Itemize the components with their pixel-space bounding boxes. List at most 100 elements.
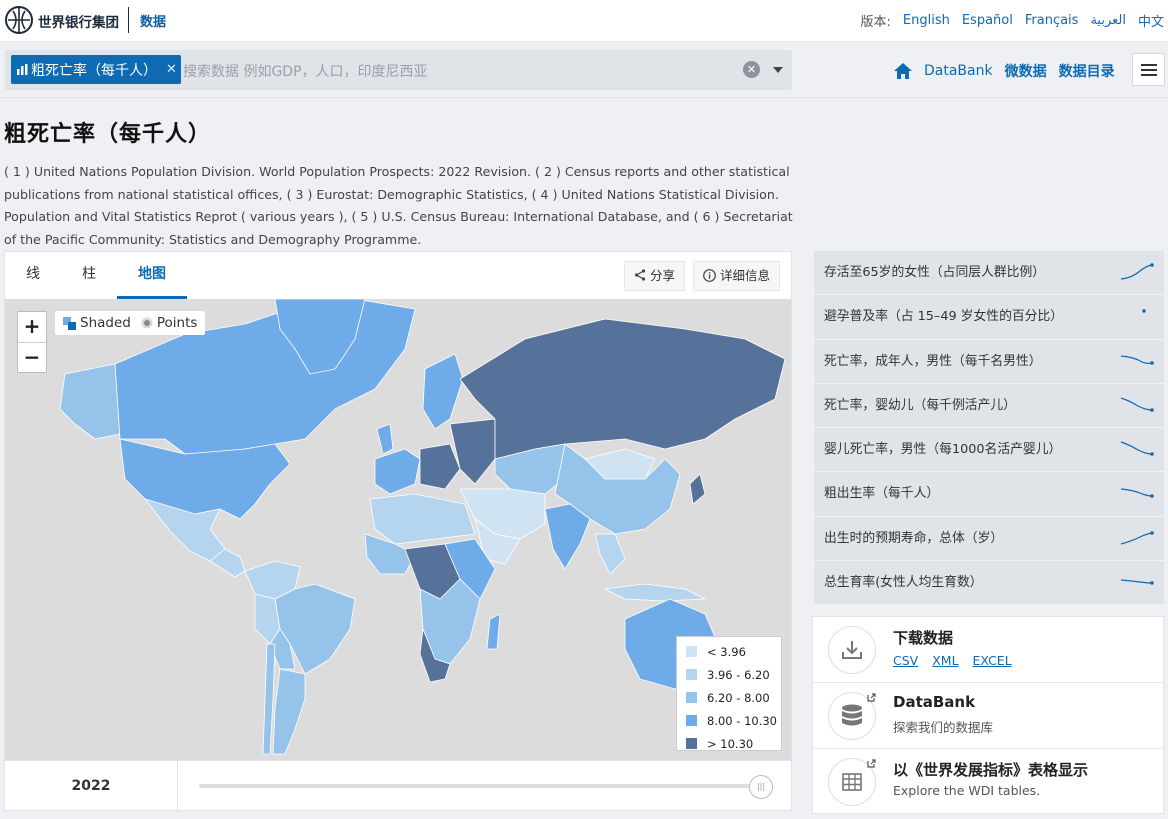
download-excel-link[interactable]: EXCEL: [973, 653, 1012, 668]
share-label: 分享: [650, 268, 676, 283]
details-label: 详细信息: [720, 268, 771, 283]
wdi-title[interactable]: 以《世界发展指标》表格显示: [893, 759, 1088, 780]
databank-title[interactable]: DataBank: [893, 693, 975, 711]
legend-swatch-0: [686, 646, 697, 657]
download-icon[interactable]: [828, 626, 876, 674]
trend-sparkline-icon: [1142, 309, 1146, 314]
map-mode-toggle: Shaded Points: [55, 311, 206, 335]
world-map-svg[interactable]: [5, 299, 791, 760]
header-nav: DataBank 微数据 数据目录: [894, 61, 1115, 81]
legend-label: 8.00 - 10.30: [707, 713, 777, 728]
trend-sparkline-icon: [1120, 441, 1154, 456]
download-csv-link[interactable]: CSV: [893, 653, 918, 668]
legend-label: < 3.96: [707, 644, 746, 659]
trend-sparkline-icon: [1120, 354, 1154, 365]
legend-swatch-3: [686, 715, 697, 726]
related-label: 存活至65岁的女性（占同层人群比例）: [824, 265, 1046, 280]
mode-points-label: Points: [156, 315, 198, 331]
related-item[interactable]: 死亡率，成年人，男性（每千名男性）: [814, 339, 1164, 384]
related-indicators: 存活至65岁的女性（占同层人群比例） 避孕普及率（占 15–49 岁女性的百分比…: [814, 251, 1164, 606]
clear-icon[interactable]: ✕: [743, 61, 760, 78]
related-item[interactable]: 死亡率，婴幼儿（每千例活产儿）: [814, 383, 1164, 429]
wdi-subtitle: Explore the WDI tables.: [893, 783, 1041, 798]
world-bank-logo-icon[interactable]: [4, 5, 34, 35]
language-label: 版本:: [860, 15, 891, 30]
chip-close-icon[interactable]: ✕: [166, 62, 177, 77]
legend-item: 8.00 - 10.30: [677, 709, 781, 732]
download-row: 下载数据 CSV XML EXCEL: [813, 617, 1163, 683]
related-label: 死亡率，成年人，男性（每千名男性）: [824, 353, 1042, 369]
legend-swatch-4: [686, 738, 697, 749]
search-row: 粗死亡率（每千人） ✕ 搜索数据 例如GDP，人口，印度尼西亚 ✕ DataBa…: [0, 42, 1168, 98]
language-french[interactable]: Français: [1025, 13, 1079, 28]
zoom-out-button[interactable]: −: [18, 343, 46, 373]
related-label: 出生时的预期寿命，总体（岁）: [824, 530, 1004, 546]
hamburger-menu-icon[interactable]: [1132, 53, 1165, 86]
trend-sparkline-icon: [1120, 263, 1154, 280]
related-item[interactable]: 婴儿死亡率，男性（每1000名活产婴儿）: [814, 428, 1164, 473]
related-item[interactable]: 存活至65岁的女性（占同层人群比例）: [814, 251, 1164, 296]
zoom-control: + −: [17, 311, 47, 373]
external-link-icon: [867, 693, 876, 702]
language-spanish[interactable]: Español: [962, 13, 1013, 28]
related-item[interactable]: 出生时的预期寿命，总体（岁）: [814, 516, 1164, 562]
chart-tabs: 线 柱 地图: [5, 252, 187, 299]
legend-label: > 10.30: [707, 736, 754, 751]
details-button[interactable]: 详细信息: [693, 261, 781, 291]
resources-card: 下载数据 CSV XML EXCEL DataBank 探索我们的数据库 以《世…: [812, 616, 1164, 814]
page-title: 粗死亡率（每千人）: [4, 122, 212, 147]
databank-subtitle: 探索我们的数据库: [893, 720, 994, 735]
top-bar: 世界银行集团 数据 版本: English Español Français ا…: [0, 0, 1168, 42]
tab-map[interactable]: 地图: [117, 252, 187, 299]
download-formats: CSV XML EXCEL: [893, 653, 1012, 668]
tab-bar[interactable]: 柱: [61, 252, 117, 299]
nav-databank[interactable]: DataBank: [924, 63, 993, 79]
legend-label: 3.96 - 6.20: [707, 667, 770, 682]
chart-card: 线 柱 地图 分享 详细信息 + − Shaded Points < 3.96 …: [4, 251, 792, 813]
legend-item: 3.96 - 6.20: [677, 663, 781, 686]
language-english[interactable]: English: [903, 13, 950, 28]
zoom-in-button[interactable]: +: [18, 312, 46, 342]
trend-sparkline-icon: [1120, 397, 1154, 412]
brand-divider: [128, 7, 129, 33]
language-chinese[interactable]: 中文: [1138, 11, 1164, 30]
legend-item: > 10.30: [677, 732, 781, 755]
legend-swatch-2: [686, 692, 697, 703]
source-note: ( 1 ) United Nations Population Division…: [4, 164, 793, 247]
related-label: 死亡率，婴幼儿（每千例活产儿）: [824, 397, 1016, 413]
dropdown-caret-icon[interactable]: [773, 67, 783, 73]
share-button[interactable]: 分享: [624, 261, 686, 291]
trend-sparkline-icon: [1120, 579, 1154, 585]
brand-name[interactable]: 世界银行集团: [38, 11, 119, 31]
year-slider-handle[interactable]: |||: [749, 775, 773, 799]
related-label: 粗出生率（每千人）: [824, 486, 940, 502]
related-label: 避孕普及率（占 15–49 岁女性的百分比）: [824, 309, 1064, 325]
nav-catalog[interactable]: 数据目录: [1059, 61, 1115, 81]
download-xml-link[interactable]: XML: [932, 653, 958, 668]
databank-row[interactable]: DataBank 探索我们的数据库: [813, 683, 1163, 749]
external-link-icon: [867, 759, 876, 768]
trend-sparkline-icon: [1120, 488, 1154, 499]
time-slider-bar: 2022 |||: [5, 760, 791, 813]
points-icon: [141, 317, 153, 329]
mode-shaded-label: Shaded: [80, 315, 131, 331]
related-item[interactable]: 粗出生率（每千人）: [814, 472, 1164, 517]
mode-points-option[interactable]: Points: [141, 315, 198, 331]
search-chip[interactable]: 粗死亡率（每千人） ✕: [11, 55, 181, 84]
related-label: 婴儿死亡率，男性（每1000名活产婴儿）: [824, 442, 1062, 458]
legend-item: 6.20 - 8.00: [677, 686, 781, 709]
related-item[interactable]: 避孕普及率（占 15–49 岁女性的百分比）: [814, 295, 1164, 340]
tab-line[interactable]: 线: [5, 252, 61, 299]
wdi-row[interactable]: 以《世界发展指标》表格显示 Explore the WDI tables.: [813, 749, 1163, 815]
home-icon[interactable]: [894, 63, 912, 79]
search-placeholder[interactable]: 搜索数据 例如GDP，人口，印度尼西亚: [183, 61, 428, 81]
related-item[interactable]: 总生育率(女性人均生育数）: [814, 561, 1164, 606]
nav-microdata[interactable]: 微数据: [1005, 61, 1047, 81]
search-box[interactable]: 粗死亡率（每千人） ✕ 搜索数据 例如GDP，人口，印度尼西亚 ✕: [5, 50, 792, 90]
mode-shaded-option[interactable]: Shaded: [63, 315, 131, 331]
language-arabic[interactable]: العربية: [1090, 13, 1126, 28]
year-slider-track[interactable]: [199, 784, 769, 788]
world-map[interactable]: + − Shaded Points < 3.96 3.96 - 6.20 6.2…: [5, 299, 791, 760]
legend-swatch-1: [686, 669, 697, 680]
brand-section[interactable]: 数据: [140, 11, 166, 30]
